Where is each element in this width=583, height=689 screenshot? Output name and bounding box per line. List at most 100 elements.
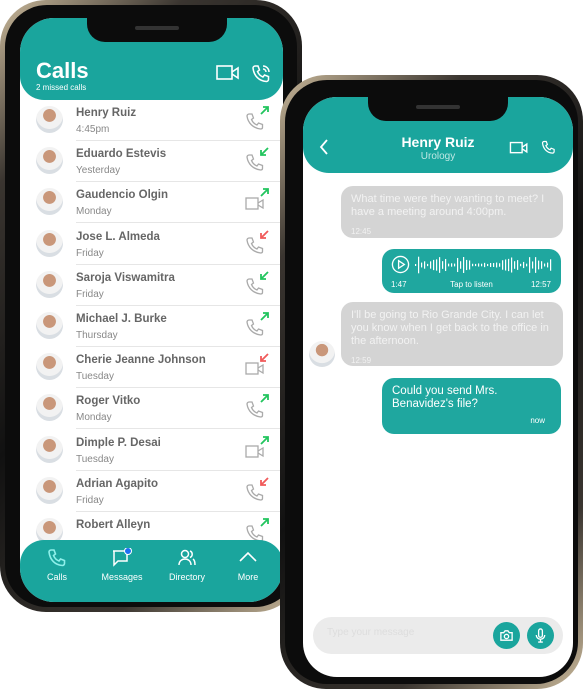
phone-incoming-call-icon[interactable] (245, 477, 269, 501)
avatar (36, 394, 63, 422)
call-list-item[interactable]: Saroja Viswamitra Friday (20, 265, 283, 306)
waveform-bar (523, 261, 525, 269)
message-composer (313, 617, 563, 654)
avatar (36, 435, 63, 463)
waveform-bar (547, 262, 549, 268)
waveform-bar (529, 257, 531, 273)
call-time: Thursday (76, 330, 118, 341)
waveform-bar (481, 263, 483, 267)
tab-directory[interactable]: Directory (155, 548, 219, 582)
waveform-bar (511, 257, 513, 273)
call-list-item[interactable]: Gaudencio Olgin Monday (20, 182, 283, 224)
call-time: Tuesday (76, 371, 114, 383)
waveform-bar (499, 263, 501, 267)
waveform-bar (439, 257, 441, 273)
waveform-bar (442, 261, 444, 269)
avatar (36, 312, 63, 339)
avatar (36, 106, 63, 133)
waveform-bar (490, 262, 492, 268)
call-time: Friday (76, 494, 104, 506)
waveform-bar (433, 259, 435, 271)
video-icon[interactable] (216, 64, 240, 82)
call-list-item[interactable]: Jose L. Almeda Friday (20, 224, 283, 265)
phone-incoming-call-icon[interactable] (245, 229, 269, 254)
waveform-bar (538, 260, 540, 270)
tab-more[interactable]: More (216, 548, 280, 582)
message-input[interactable] (327, 627, 477, 638)
waveform-bar (424, 261, 426, 269)
waveform-bar (544, 263, 546, 267)
phone-outgoing-call-icon[interactable] (245, 394, 269, 419)
message-incoming: What time were they wanting to meet? I h… (341, 186, 563, 238)
call-list-item[interactable]: Dimple P. Desai Tuesday (20, 430, 283, 471)
tab-messages[interactable]: Messages (90, 548, 154, 582)
message-text: I'll be going to Rio Grande City. I can … (351, 309, 549, 347)
message-text: What time were they wanting to meet? I h… (351, 193, 545, 218)
avatar (36, 353, 63, 381)
contact-name: Jose L. Almeda (76, 230, 160, 243)
call-list-item[interactable]: Cherie Jeanne Johnson Tuesday (20, 347, 283, 389)
waveform-bar (451, 263, 453, 267)
waveform-bar (532, 261, 534, 269)
page-title: Calls (36, 58, 89, 83)
camera-icon (500, 630, 513, 641)
phone-incoming-call-icon[interactable] (245, 271, 269, 295)
contact-name: Michael J. Burke (76, 313, 167, 325)
phone-icon[interactable] (251, 64, 271, 84)
chevron-up-icon (239, 551, 257, 562)
microphone-icon (535, 628, 546, 643)
video-incoming-call-icon[interactable] (245, 353, 269, 377)
waveform-bar (472, 263, 474, 267)
tab-label: Directory (168, 572, 205, 582)
video-outgoing-call-icon[interactable] (245, 188, 269, 212)
video-icon[interactable] (509, 141, 529, 155)
contact-name: Henry Ruiz (76, 107, 137, 119)
call-time: Tuesday (76, 453, 114, 465)
call-list-item[interactable]: Michael J. Burke Thursday (20, 306, 283, 347)
contact-name: Henry Ruiz (401, 134, 475, 150)
waveform-bar (418, 256, 420, 274)
waveform-bar (535, 257, 537, 273)
contact-name: Dimple P. Desai (76, 436, 161, 449)
voice-message[interactable]: 1:47 Tap to listen 12:57 (382, 249, 561, 293)
phone-outgoing-call-icon[interactable] (245, 106, 269, 130)
contact-name: Roger Vitko (76, 395, 141, 408)
call-list-item[interactable]: Eduardo Estevis Yesterday (20, 141, 283, 183)
avatar (36, 229, 63, 257)
microphone-button[interactable] (527, 622, 554, 649)
tab-label: Messages (101, 572, 143, 582)
chat-screen: Henry Ruiz Urology What time were they w… (303, 97, 573, 677)
tab-calls[interactable]: Calls (25, 548, 89, 582)
message-outgoing: Could you send Mrs. Benavidez's file? no… (382, 378, 561, 434)
waveform-bar (475, 263, 477, 267)
message-time: 12:45 (351, 227, 372, 236)
phone-outgoing-call-icon[interactable] (245, 312, 269, 336)
message-incoming: I'll be going to Rio Grande City. I can … (341, 302, 563, 366)
call-list-item[interactable]: Adrian Agapito Friday (20, 471, 283, 512)
waveform-bar (466, 259, 468, 271)
waveform-bar (508, 258, 510, 272)
calls-phone: Calls 2 missed calls Henry Ruiz 4:45pm Edu… (0, 0, 302, 612)
call-list-item[interactable]: Henry Ruiz 4:45pm (20, 100, 283, 141)
message-text: Could you send Mrs. Benavidez's file? (392, 385, 498, 410)
avatar (309, 341, 335, 367)
phone-icon[interactable] (541, 140, 556, 155)
waveform-bar (430, 261, 432, 269)
phone-outgoing-call-icon[interactable] (245, 518, 269, 542)
video-outgoing-call-icon[interactable] (245, 435, 269, 460)
call-list-item[interactable]: Roger Vitko Monday (20, 388, 283, 430)
camera-button[interactable] (493, 622, 520, 649)
phone-icon (48, 549, 66, 567)
waveform-bar (436, 259, 438, 271)
waveform-bar (460, 261, 462, 269)
call-time: Monday (76, 206, 112, 218)
call-time: 4:45pm (76, 124, 110, 135)
phone-incoming-call-icon[interactable] (245, 147, 269, 171)
waveform-bar (493, 263, 495, 267)
waveform-bar (550, 259, 552, 271)
contact-name: Gaudencio Olgin (76, 189, 169, 202)
waveform-bar (496, 262, 498, 268)
waveform-bar (541, 261, 543, 269)
waveform-bar (463, 257, 465, 273)
play-icon[interactable] (391, 255, 410, 274)
